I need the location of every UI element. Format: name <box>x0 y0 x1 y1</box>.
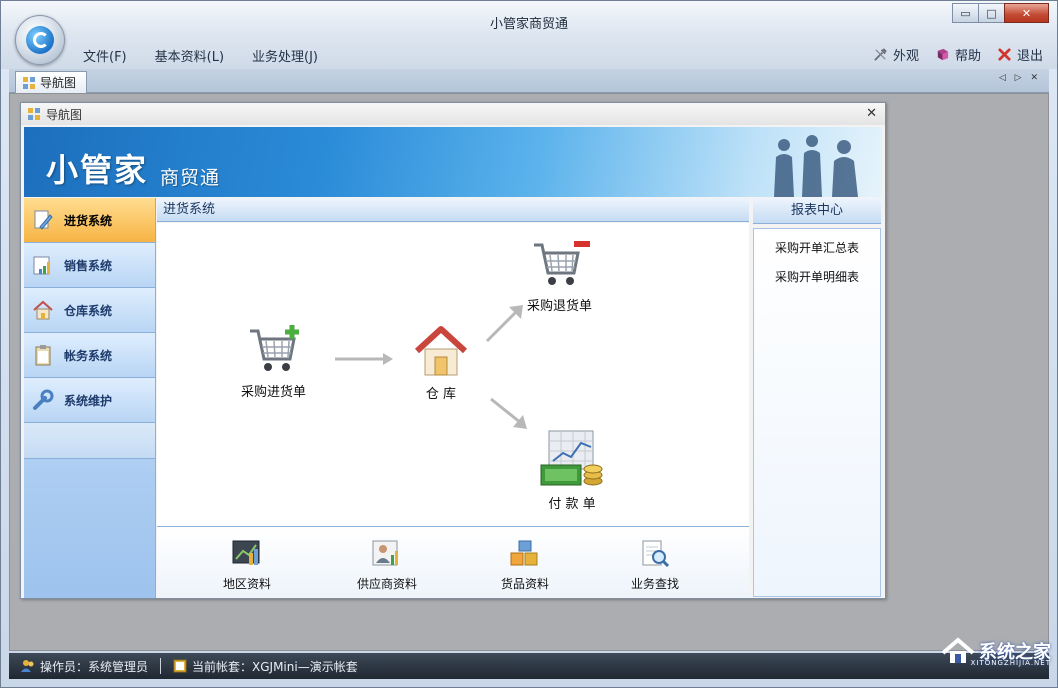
sidebar-item-label: 帐务系统 <box>64 348 113 363</box>
report-center-panel: 采购开单汇总表 采购开单明细表 <box>753 228 881 597</box>
section-header: 进货系统 <box>157 198 749 222</box>
system-sidebar: 进货系统 销售系统 仓库系统 帐务系统 系统维护 <box>24 198 156 598</box>
report-center-header: 报表中心 <box>753 198 881 224</box>
operator-label: 操作员：系统管理员 <box>40 659 149 674</box>
watermark-sub: XITONGZHIJIA.NET <box>970 659 1051 667</box>
purchase-return-label: 采购退货单 <box>527 299 593 314</box>
help-label: 帮助 <box>954 49 981 64</box>
exit-x-icon <box>998 48 1011 61</box>
purchase-return-node[interactable]: 采购退货单 <box>527 237 592 314</box>
watermark-logo: 系统之家 XITONGZHIJIA.NET <box>941 637 1051 667</box>
pencil-document-icon <box>34 210 53 230</box>
workflow-canvas: 采购进货单 仓 库 采购退货单 付 款 单 <box>157 223 749 526</box>
supplier-chart-icon <box>372 540 398 566</box>
sidebar-item-warehouse[interactable]: 仓库系统 <box>24 288 155 333</box>
title-bar: 小管家商贸通 ▭ □ ✕ 文件(F) 基本资料(L) 业务处理(J) 外观 帮助… <box>1 1 1057 69</box>
quick-item-label: 货品资料 <box>501 577 550 591</box>
tab-label: 导航图 <box>40 76 77 90</box>
users-icon <box>21 660 34 672</box>
report-link-detail[interactable]: 采购开单明细表 <box>754 268 880 285</box>
appearance-label: 外观 <box>892 49 919 64</box>
status-divider <box>160 658 162 674</box>
help-button[interactable]: 帮助 <box>935 45 981 64</box>
operator-status: 操作员：系统管理员 <box>21 658 148 675</box>
quick-item-supplier[interactable]: 供应商资料 <box>357 539 417 592</box>
arrow-up-right-icon <box>485 305 523 343</box>
sidebar-item-maintenance[interactable]: 系统维护 <box>24 378 155 423</box>
tab-navigation-map[interactable]: 导航图 <box>15 71 87 93</box>
quick-item-region[interactable]: 地区资料 <box>223 539 271 592</box>
sidebar-item-accounting[interactable]: 帐务系统 <box>24 333 155 378</box>
quick-item-label: 供应商资料 <box>357 577 418 591</box>
quick-item-label: 业务查找 <box>631 577 680 591</box>
exit-label: 退出 <box>1016 49 1043 64</box>
money-chart-icon <box>540 430 603 486</box>
account-label: 当前帐套：XGJMini—演示帐套 <box>192 659 358 674</box>
wrench-icon <box>33 389 54 410</box>
main-window: 小管家商贸通 ▭ □ ✕ 文件(F) 基本资料(L) 业务处理(J) 外观 帮助… <box>0 0 1058 688</box>
payment-label: 付 款 单 <box>548 497 596 512</box>
purchase-order-label: 采购进货单 <box>241 385 307 400</box>
close-button[interactable]: ✕ <box>1004 3 1049 23</box>
menu-business[interactable]: 业务处理(J) <box>252 46 318 65</box>
sidebar-filler <box>24 423 155 459</box>
map-chart-icon <box>232 540 260 565</box>
right-menu: 外观 帮助 退出 <box>873 45 1043 64</box>
cart-remove-icon <box>533 241 590 285</box>
banner-brand-name: 小管家 <box>46 151 149 189</box>
account-book-icon <box>173 659 187 673</box>
minimize-button[interactable]: ▭ <box>952 3 979 23</box>
sidebar-item-sales[interactable]: 销售系统 <box>24 243 155 288</box>
sidebar-item-label: 系统维护 <box>64 393 113 408</box>
navigation-map-icon <box>28 108 40 120</box>
cart-add-icon <box>249 325 299 371</box>
banner-brand-sub: 商贸通 <box>160 167 221 189</box>
document-tab-strip: 导航图 ◁ ▷ ✕ <box>9 69 1049 93</box>
window-title: 小管家商贸通 <box>489 17 568 32</box>
appearance-button[interactable]: 外观 <box>873 45 919 64</box>
sidebar-item-purchase[interactable]: 进货系统 <box>24 198 155 243</box>
clipboard-icon <box>35 345 51 366</box>
cubes-icon <box>510 540 538 566</box>
brand-banner: 小管家 商贸通 <box>24 127 882 197</box>
warehouse-node[interactable]: 仓 库 <box>413 325 469 402</box>
warehouse-house-icon <box>414 326 468 376</box>
business-people-icon <box>774 135 858 197</box>
menu-bar: 文件(F) 基本资料(L) 业务处理(J) <box>83 46 318 65</box>
arrow-right-icon <box>335 353 393 365</box>
quick-item-label: 地区资料 <box>223 577 272 591</box>
help-book-icon <box>937 48 949 61</box>
exit-button[interactable]: 退出 <box>997 45 1043 64</box>
quick-item-search[interactable]: 业务查找 <box>631 539 679 592</box>
menu-file[interactable]: 文件(F) <box>83 46 127 65</box>
house-icon <box>33 300 53 320</box>
menu-basic-data[interactable]: 基本资料(L) <box>155 46 224 65</box>
window-controls: ▭ □ ✕ <box>952 3 1049 23</box>
quick-item-goods[interactable]: 货品资料 <box>501 539 549 592</box>
payment-node[interactable]: 付 款 单 <box>539 429 605 512</box>
restore-button[interactable]: □ <box>978 3 1005 23</box>
quick-access-bar: 地区资料 供应商资料 货品资料 业务查找 <box>157 526 749 597</box>
document-search-icon <box>642 540 670 568</box>
purchase-order-node[interactable]: 采购进货单 <box>241 323 306 400</box>
account-status: 当前帐套：XGJMini—演示帐套 <box>173 658 358 675</box>
navigation-map-icon <box>23 76 35 89</box>
navigation-window-titlebar[interactable]: 导航图 <box>21 103 885 125</box>
warehouse-label: 仓 库 <box>425 387 457 402</box>
bar-chart-icon <box>33 256 50 275</box>
tab-nav-arrows[interactable]: ◁ ▷ ✕ <box>999 73 1041 83</box>
navigation-window: 导航图 ✕ 小管家 商贸通 进货系统 销售系统 仓库系统 帐务系统 系统维护 进… <box>20 102 886 599</box>
arrow-down-right-icon <box>490 397 527 429</box>
status-bar: 操作员：系统管理员 当前帐套：XGJMini—演示帐套 <box>9 653 1049 679</box>
tools-icon <box>874 48 887 61</box>
sidebar-item-label: 销售系统 <box>64 258 113 273</box>
sidebar-item-label: 进货系统 <box>64 213 113 228</box>
sidebar-item-label: 仓库系统 <box>64 303 113 318</box>
navigation-window-title: 导航图 <box>46 107 83 122</box>
report-link-summary[interactable]: 采购开单汇总表 <box>754 239 880 256</box>
navigation-window-close-button[interactable]: ✕ <box>866 106 877 121</box>
